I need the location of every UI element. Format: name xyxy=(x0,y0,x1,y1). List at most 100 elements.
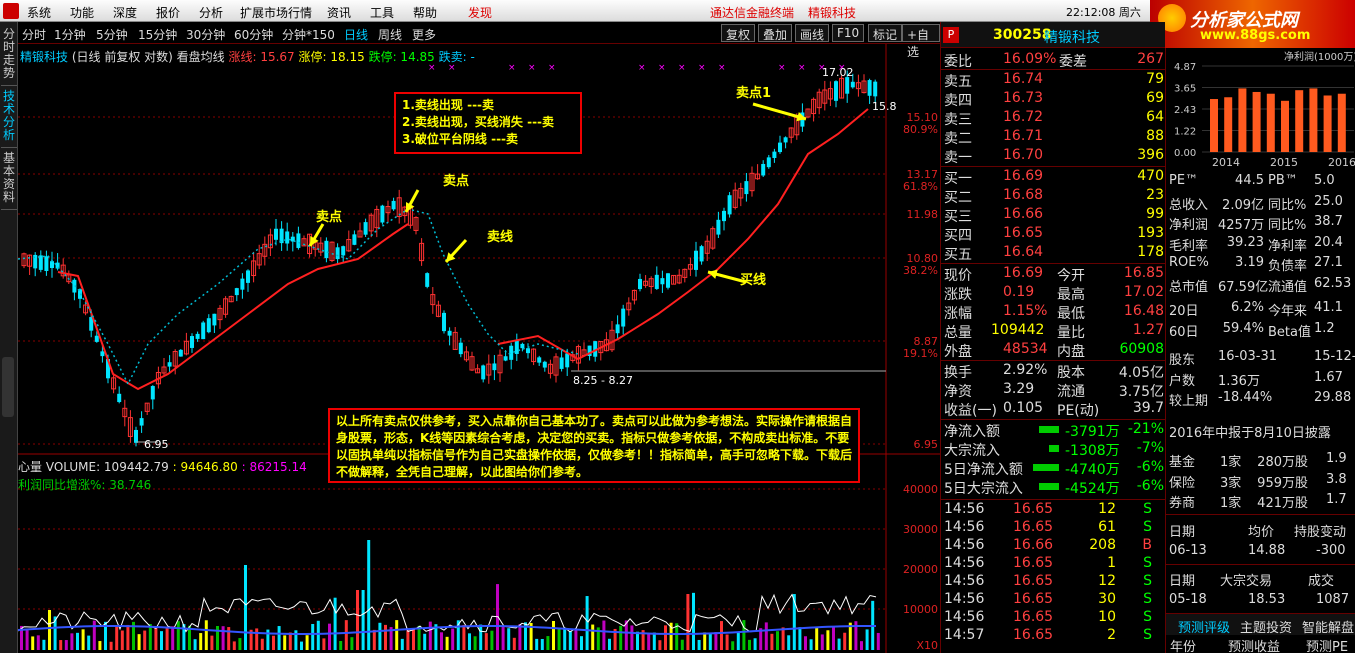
ask-row[interactable]: 卖五 16.74 79 xyxy=(941,70,1165,90)
volume-bar xyxy=(143,630,147,650)
tick-volume: 10 xyxy=(1098,609,1116,625)
ask-row[interactable]: 卖二 16.71 88 xyxy=(941,127,1165,147)
volume-bar xyxy=(518,624,522,650)
stock-code: 300258 xyxy=(993,27,1052,43)
period-daily[interactable]: 日线 xyxy=(344,26,368,43)
ask-volume: 88 xyxy=(1146,128,1164,144)
volume-bar xyxy=(540,638,544,650)
ask-price: 16.74 xyxy=(1003,71,1044,87)
candle-body xyxy=(44,256,49,271)
block-volume: 1087 xyxy=(1316,592,1350,607)
stat2-value: 39.7 xyxy=(1132,400,1164,416)
tab-smart-analysis[interactable]: 智能解盘 xyxy=(1302,617,1354,636)
bid-row[interactable]: 买五 16.64 178 xyxy=(941,243,1165,263)
volume-bar xyxy=(171,626,175,650)
menu-help[interactable]: 帮助 xyxy=(413,4,437,21)
menu-tools[interactable]: 工具 xyxy=(370,4,394,21)
menu-news[interactable]: 资讯 xyxy=(327,4,351,21)
menu-analysis[interactable]: 分析 xyxy=(199,4,223,21)
volume-bar xyxy=(232,641,236,650)
high-marker: 17.02 xyxy=(822,66,854,79)
volume-bar xyxy=(552,620,555,650)
period-1min[interactable]: 1分钟 xyxy=(54,26,86,43)
stat2-row: 换手 2.92% 股本 4.05亿 xyxy=(941,361,1165,381)
candle-body xyxy=(94,335,99,342)
tab-time-sharing[interactable]: 分时走势 xyxy=(1,28,17,86)
overlay-button[interactable]: 叠加 xyxy=(758,24,793,42)
period-60min[interactable]: 60分钟 xyxy=(234,26,273,43)
profit-bar xyxy=(1252,91,1261,152)
block-date-label: 日期 xyxy=(1169,574,1196,589)
period-more[interactable]: 更多 xyxy=(412,26,436,43)
mark-button[interactable]: 标记 xyxy=(868,24,903,42)
flow-row: 5日大宗流入 -4524万 -6% xyxy=(941,477,1165,497)
candle-body xyxy=(722,210,726,222)
volume-bar xyxy=(288,632,292,650)
volume-ma1: : 94646.80 xyxy=(172,460,238,474)
tick-time: 14:56 xyxy=(944,501,985,517)
draw-line-button[interactable]: 画线 xyxy=(795,24,830,42)
menu-depth[interactable]: 深度 xyxy=(113,4,137,21)
holder-count: 1家 xyxy=(1220,455,1242,470)
bid-row[interactable]: 买二 16.68 23 xyxy=(941,186,1165,206)
right-tick-marker: 15.8 xyxy=(872,100,897,113)
holder-shares: 280万股 xyxy=(1257,455,1308,470)
separator xyxy=(1166,514,1355,515)
period-5min[interactable]: 5分钟 xyxy=(96,26,128,43)
menu-extended-market[interactable]: 扩展市场行情 xyxy=(240,4,312,21)
bid-row[interactable]: 买三 16.66 99 xyxy=(941,205,1165,225)
fund-label: 今年来 xyxy=(1268,304,1308,319)
bar-year-label: 2015 xyxy=(1270,156,1298,169)
period-150min[interactable]: 分钟*150 xyxy=(282,26,335,43)
chart-down-sell: 跌卖: - xyxy=(438,50,475,64)
tick-volume: 12 xyxy=(1098,501,1116,517)
volume-bar xyxy=(686,593,690,650)
bid-row[interactable]: 买一 16.69 470 xyxy=(941,167,1165,187)
panel-collapse-handle[interactable] xyxy=(2,357,14,417)
ask-label: 卖五 xyxy=(944,74,972,90)
fund-value: 41.1 xyxy=(1314,300,1343,315)
tab-theme-investing[interactable]: 主题投资 xyxy=(1240,617,1292,636)
buy-line-annotation: 买线 xyxy=(740,273,767,288)
menu-discover[interactable]: 发现 xyxy=(468,4,492,21)
f10-button[interactable]: F10 xyxy=(832,24,865,42)
period-intraday[interactable]: 分时 xyxy=(22,26,46,43)
chart-sell-line-value: 涨线: 15.67 xyxy=(228,50,295,64)
period-15min[interactable]: 15分钟 xyxy=(138,26,177,43)
volume-bar xyxy=(378,622,382,650)
volume-bar xyxy=(70,633,74,650)
volume-bar xyxy=(339,641,343,650)
volume-bar xyxy=(193,639,197,650)
stat2-value: 4.05亿 xyxy=(1118,365,1164,381)
fund-value: 16-03-31 xyxy=(1218,349,1278,364)
menu-system[interactable]: 系统 xyxy=(27,4,51,21)
volume-bar xyxy=(428,621,432,650)
flow-pct: -6% xyxy=(1136,478,1164,494)
add-watchlist-button[interactable]: +自选 xyxy=(902,24,940,59)
menu-function[interactable]: 功能 xyxy=(70,4,94,21)
kline-chart[interactable]: × × × × × × × × × × × × × × 精锻科技 (日线 前复权 对数) 看盘均线 涨线:… xyxy=(18,44,940,653)
candle-body xyxy=(117,393,122,403)
ask-row[interactable]: 卖一 16.70 396 xyxy=(941,146,1165,166)
quote-panel: P 300258 精锻科技 委比 16.09% 委差 267 卖五 16.74 … xyxy=(940,22,1165,653)
tab-forecast-rating[interactable]: 预测评级 xyxy=(1178,617,1230,636)
candle-body xyxy=(212,313,217,326)
adjust-button[interactable]: 复权 xyxy=(721,24,756,42)
ask-row[interactable]: 卖三 16.72 64 xyxy=(941,108,1165,128)
ask-label: 卖二 xyxy=(944,131,972,147)
stat-value: 16.85 xyxy=(1123,265,1164,281)
volume-bar xyxy=(333,597,337,650)
bar-year-label: 2014 xyxy=(1212,156,1240,169)
candle-body xyxy=(201,322,206,340)
period-weekly[interactable]: 周线 xyxy=(378,26,402,43)
volume-bar xyxy=(591,624,595,650)
tab-technical-analysis[interactable]: 技术分析 xyxy=(1,90,17,148)
fund-value: 25.0 xyxy=(1314,193,1343,209)
candle-body xyxy=(391,200,396,210)
flow-label: 净流入额 xyxy=(944,424,1000,440)
period-30min[interactable]: 30分钟 xyxy=(186,26,225,43)
bid-row[interactable]: 买四 16.65 193 xyxy=(941,224,1165,244)
tab-fundamentals[interactable]: 基本资料 xyxy=(1,152,17,210)
menu-quote[interactable]: 报价 xyxy=(156,4,180,21)
ask-row[interactable]: 卖四 16.73 69 xyxy=(941,89,1165,109)
